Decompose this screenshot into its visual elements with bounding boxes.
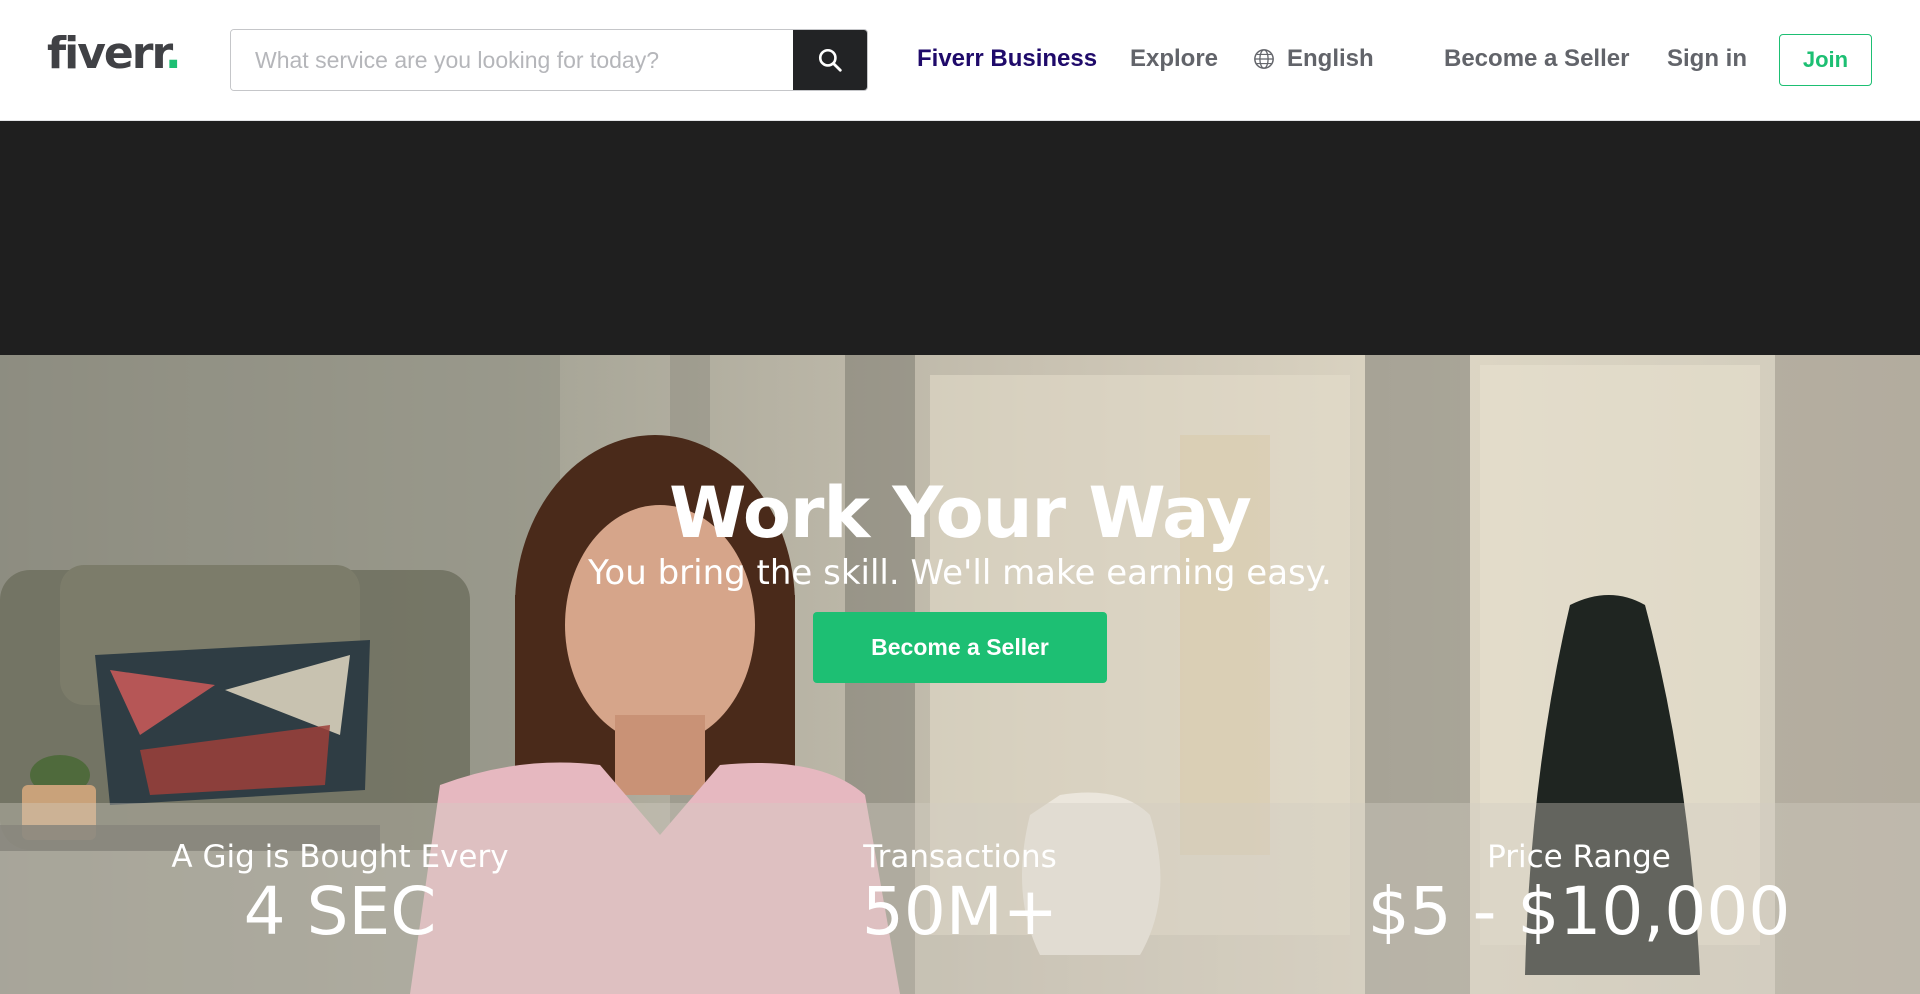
join-button[interactable]: Join	[1779, 34, 1872, 86]
search-bar	[230, 29, 868, 91]
search-icon	[818, 48, 842, 72]
search-button[interactable]	[793, 30, 867, 90]
fiverr-logo[interactable]: fiverr.	[47, 28, 182, 80]
video-placeholder-band	[0, 121, 1920, 355]
logo-dot: .	[164, 28, 182, 79]
stat-price-range: Price Range $5 - $10,000	[1269, 838, 1889, 948]
stat-label: Price Range	[1487, 839, 1671, 875]
stat-gig-frequency: A Gig is Bought Every 4 SEC	[30, 838, 650, 948]
nav-explore[interactable]: Explore	[1130, 43, 1218, 75]
globe-icon	[1254, 49, 1274, 69]
logo-text: fiverr	[47, 28, 167, 79]
nav-sign-in[interactable]: Sign in	[1667, 43, 1747, 75]
hero-subtitle: You bring the skill. We'll make earning …	[588, 553, 1332, 593]
hero-title: Work Your Way	[669, 471, 1252, 554]
stat-label: Transactions	[863, 839, 1057, 875]
nav-become-seller[interactable]: Become a Seller	[1444, 43, 1629, 75]
become-seller-cta-button[interactable]: Become a Seller	[813, 612, 1107, 683]
search-input[interactable]	[231, 30, 793, 90]
stat-value: 4 SEC	[243, 873, 437, 950]
stat-value: 50M+	[861, 873, 1059, 950]
nav-language-label: English	[1287, 45, 1374, 72]
top-navigation-bar: fiverr. Fiverr Business Explore English …	[0, 0, 1920, 121]
nav-fiverr-business[interactable]: Fiverr Business	[917, 43, 1097, 75]
stat-transactions: Transactions 50M+	[650, 838, 1270, 948]
stats-bar: A Gig is Bought Every 4 SEC Transactions…	[0, 803, 1920, 994]
nav-language[interactable]: English	[1253, 43, 1374, 75]
stat-value: $5 - $10,000	[1367, 873, 1791, 950]
stat-label: A Gig is Bought Every	[171, 839, 509, 875]
